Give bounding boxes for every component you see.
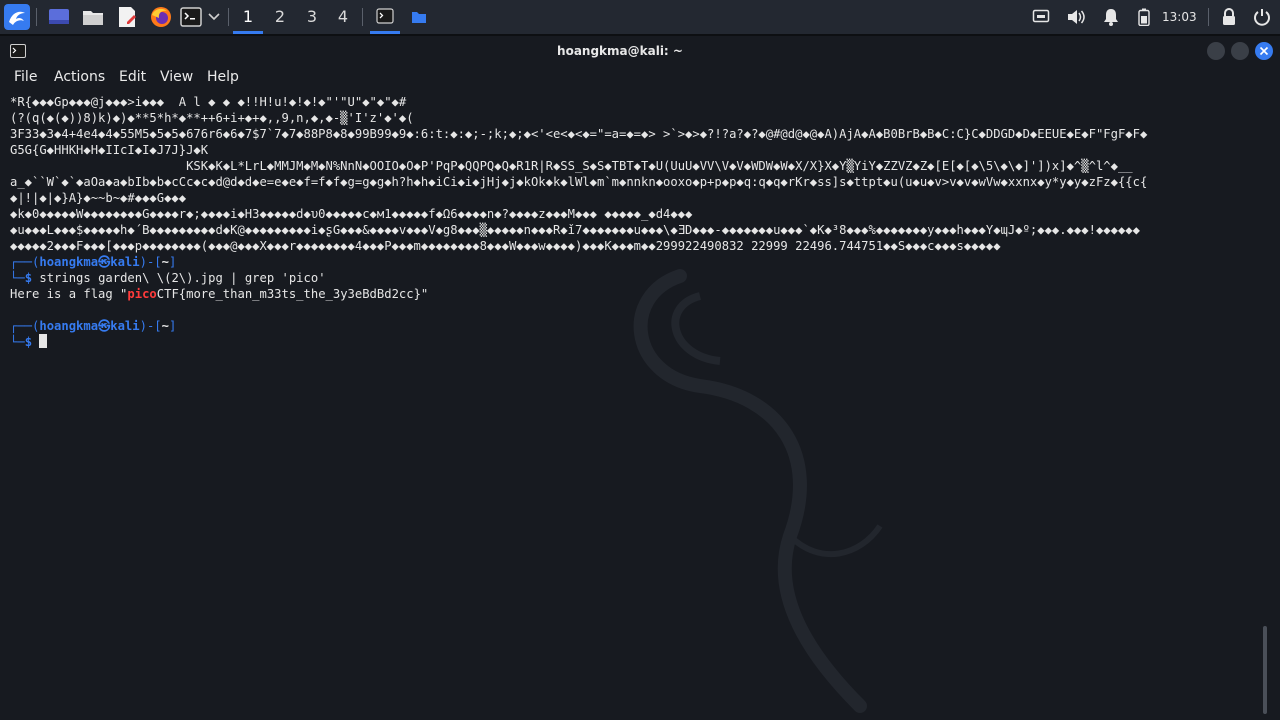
display-tray-button[interactable] bbox=[1030, 0, 1052, 34]
folder-icon bbox=[411, 10, 427, 24]
binary-output-line: ◆◆◆◆◆2◆◆◆F◆◆◆[◆◆◆p◆◆◆◆◆◆◆◆(◆◆◆@◆◆◆X◆◆◆r◆… bbox=[10, 239, 1001, 253]
minimize-button[interactable] bbox=[1207, 42, 1225, 60]
prompt-frame: ┌──( bbox=[10, 319, 40, 333]
prompt-frame: ] bbox=[168, 255, 177, 269]
desktop-icon bbox=[48, 8, 70, 26]
prompt-frame: )-[ bbox=[139, 255, 162, 269]
text-editor-launcher[interactable] bbox=[114, 0, 140, 34]
volume-tray-button[interactable] bbox=[1064, 0, 1088, 34]
prompt-frame: └─ bbox=[10, 335, 25, 349]
logout-button[interactable] bbox=[1250, 0, 1274, 34]
result-prefix: Here is a flag " bbox=[10, 287, 128, 301]
prompt-line: ┌──(hoangkma㉿kali)-[~] bbox=[10, 254, 1255, 270]
workspace-3[interactable]: 3 bbox=[297, 0, 327, 34]
prompt-symbol: $ bbox=[24, 335, 33, 349]
taskbar-separator bbox=[36, 8, 37, 26]
prompt-symbol: $ bbox=[24, 271, 33, 285]
terminal-launcher[interactable] bbox=[178, 0, 204, 34]
prompt-host: kali bbox=[110, 255, 140, 269]
show-desktop-button[interactable] bbox=[46, 0, 72, 34]
kali-menu-button[interactable] bbox=[2, 0, 32, 34]
menu-bar: File Actions Edit View Help bbox=[0, 66, 1280, 90]
lock-screen-button[interactable] bbox=[1218, 0, 1240, 34]
terminal-output[interactable]: *R{◆◆◆Gp◆◆◆@j◆◆◆>i◆◆◆ A l ◆ ◆ ◆!!H!u!◆!◆… bbox=[10, 94, 1255, 714]
prompt-dir: ~ bbox=[161, 255, 169, 269]
speaker-icon bbox=[1066, 8, 1086, 26]
result-suffix: CTF{more_than_m33ts_the_3y3eBdBd2cc}" bbox=[156, 287, 429, 301]
bell-icon bbox=[1103, 8, 1119, 26]
binary-output-line: (?(q(◆(◆))8)k)◆)◆**5*h*◆**++6+i+◆+◆,,9,n… bbox=[10, 111, 414, 125]
command-line: └─$ strings garden\ \(2\).jpg | grep 'pi… bbox=[10, 270, 1255, 286]
binary-output-line: KSK◆K◆L*LrL◆MMJM◆M◆N%NnN◆OOIO◆O◆P'PqP◆QQ… bbox=[10, 159, 1133, 173]
binary-output-line: *R{◆◆◆Gp◆◆◆@j◆◆◆>i◆◆◆ A l ◆ ◆ ◆!!H!u!◆!◆… bbox=[10, 95, 407, 109]
taskbar-separator bbox=[1208, 8, 1209, 26]
terminal-scrollbar[interactable] bbox=[1263, 626, 1267, 714]
input-line[interactable]: └─$ bbox=[10, 334, 1255, 350]
battery-icon bbox=[1138, 8, 1150, 26]
prompt-at: ㉿ bbox=[98, 319, 111, 333]
notifications-tray-button[interactable] bbox=[1100, 0, 1122, 34]
battery-tray-button[interactable] bbox=[1134, 0, 1154, 34]
binary-output-line: G5G{G◆HHKH◆H◆IIcI◆I◆J7J}J◆K bbox=[10, 143, 209, 157]
power-icon bbox=[1253, 8, 1271, 26]
taskbar-window-terminal[interactable] bbox=[370, 0, 400, 34]
taskbar-window-files[interactable] bbox=[404, 0, 434, 34]
close-icon bbox=[1259, 46, 1269, 56]
close-button[interactable] bbox=[1255, 42, 1273, 60]
clock[interactable]: 13:03 bbox=[1162, 0, 1197, 34]
prompt-frame: ┌──( bbox=[10, 255, 40, 269]
text-editor-icon bbox=[117, 6, 137, 28]
prompt-frame: )-[ bbox=[139, 319, 162, 333]
terminal-icon bbox=[376, 7, 394, 24]
taskbar-separator bbox=[362, 8, 363, 26]
result-match: pico bbox=[127, 287, 157, 301]
binary-output-line: a_◆``W`◆`◆aOa◆a◆bIb◆b◆cCc◆c◆d@d◆d◆e=e◆e◆… bbox=[10, 175, 1148, 189]
menu-view[interactable]: View bbox=[160, 69, 193, 85]
menu-file[interactable]: File bbox=[14, 69, 37, 85]
terminal-dropdown[interactable] bbox=[206, 0, 222, 34]
taskbar: 1 2 3 4 13:03 bbox=[0, 0, 1280, 34]
prompt-user: hoangkma bbox=[39, 319, 99, 333]
folder-icon bbox=[82, 8, 104, 26]
lock-icon bbox=[1222, 8, 1236, 26]
prompt-user: hoangkma bbox=[39, 255, 99, 269]
taskbar-separator bbox=[228, 8, 229, 26]
maximize-button[interactable] bbox=[1231, 42, 1249, 60]
prompt-frame: ] bbox=[168, 319, 177, 333]
prompt-frame: └─ bbox=[10, 271, 25, 285]
monitor-icon bbox=[1032, 9, 1050, 25]
prompt-host: kali bbox=[110, 319, 140, 333]
menu-edit[interactable]: Edit bbox=[119, 69, 146, 85]
binary-output-line: 3F33◆3◆4+4e4◆4◆55M5◆5◆5◆676r6◆6◆7$7`7◆7◆… bbox=[10, 127, 1148, 141]
binary-output-line: ◆u◆◆◆L◆◆◆$◆◆◆◆◆h◆´B◆◆◆◆◆◆◆◆◆d◆K@◆◆◆◆◆◆◆◆… bbox=[10, 223, 1140, 237]
workspace-4[interactable]: 4 bbox=[328, 0, 358, 34]
workspace-1[interactable]: 1 bbox=[233, 0, 263, 34]
terminal-window: hoangkma@kali: ~ File Actions Edit View … bbox=[0, 36, 1280, 720]
workspace-2[interactable]: 2 bbox=[265, 0, 295, 34]
firefox-launcher[interactable] bbox=[148, 0, 174, 34]
firefox-icon bbox=[150, 6, 172, 28]
text-cursor bbox=[39, 334, 48, 348]
menu-actions[interactable]: Actions bbox=[54, 69, 105, 85]
prompt-line: ┌──(hoangkma㉿kali)-[~] bbox=[10, 318, 1255, 334]
prompt-at: ㉿ bbox=[98, 255, 111, 269]
result-line: Here is a flag "picoCTF{more_than_m33ts_… bbox=[10, 286, 1255, 302]
binary-output-line: ◆|!|◆|◆}A}◆~~b~◆#◆◆◆G◆◆◆ bbox=[10, 191, 187, 205]
terminal-icon bbox=[180, 7, 202, 27]
binary-output-line: ◆k◆0◆◆◆◆◆W◆◆◆◆◆◆◆◆G◆◆◆◆r◆;◆◆◆◆i◆H3◆◆◆◆◆d… bbox=[10, 207, 693, 221]
prompt-dir: ~ bbox=[161, 319, 169, 333]
file-manager-launcher[interactable] bbox=[80, 0, 106, 34]
kali-logo-icon bbox=[4, 4, 30, 30]
command-text: strings garden\ \(2\).jpg | grep 'pico' bbox=[39, 271, 326, 285]
window-titlebar[interactable]: hoangkma@kali: ~ bbox=[0, 36, 1280, 66]
chevron-down-icon bbox=[208, 13, 220, 21]
menu-help[interactable]: Help bbox=[207, 69, 239, 85]
window-title: hoangkma@kali: ~ bbox=[557, 44, 683, 58]
